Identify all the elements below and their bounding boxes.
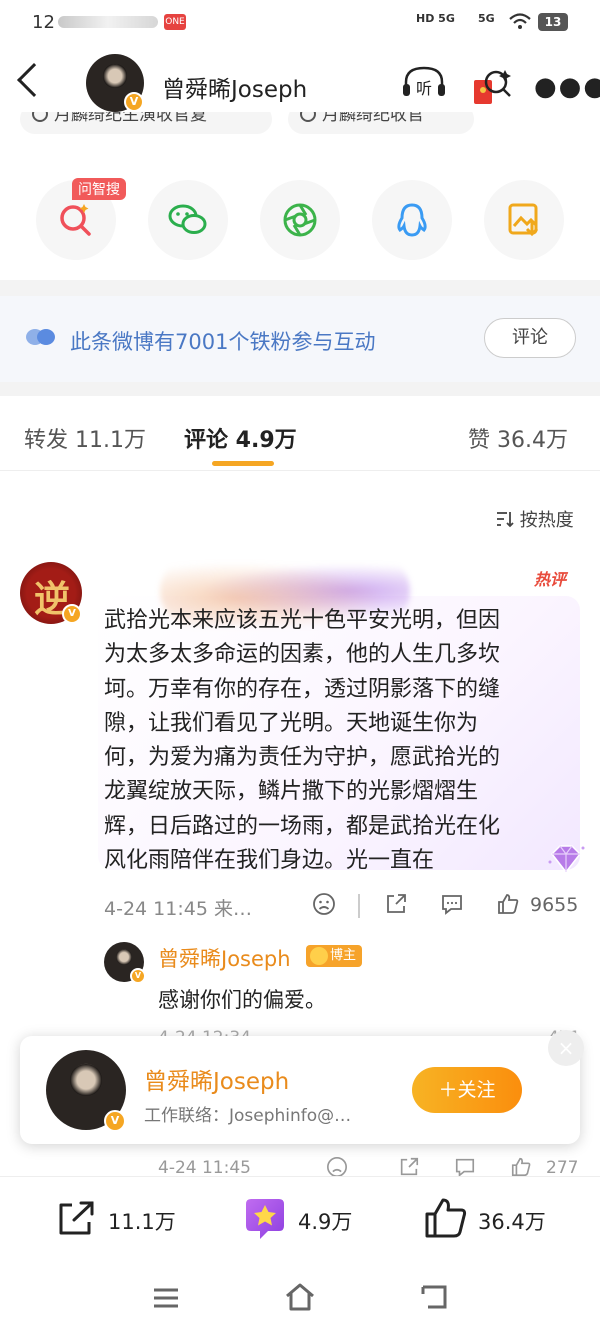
listen-icon[interactable]: 听: [402, 66, 446, 102]
verified-badge-icon: V: [130, 968, 146, 984]
dislike-face-icon[interactable]: [326, 1156, 348, 1178]
comment-line: 风化雨陪伴在我们身边。光一直在: [104, 848, 435, 874]
dislike-face-icon[interactable]: [312, 892, 336, 916]
moments-icon: [283, 203, 317, 237]
status-blurred-area: [58, 16, 158, 28]
more-options-icon[interactable]: ●●●: [534, 72, 600, 102]
like-thumb-icon[interactable]: [424, 1196, 468, 1240]
top-header: V 曾舜晞Joseph 听 ●●●: [0, 48, 600, 120]
share-icon[interactable]: [398, 1156, 420, 1178]
comment-like-count: 9655: [530, 894, 579, 916]
back-arrow-icon[interactable]: [17, 63, 51, 97]
iron-fan-bar: 此条微博有7001个铁粉参与互动 评论: [0, 296, 600, 382]
back-nav-icon[interactable]: [420, 1284, 448, 1310]
like-thumb-icon[interactable]: [510, 1156, 532, 1178]
verified-badge-icon: V: [104, 1110, 126, 1132]
tab-likes[interactable]: 赞 36.4万: [468, 422, 568, 454]
recent-apps-icon[interactable]: [152, 1286, 180, 1310]
status-bar: 12 ONE HD 5G 5G 13: [0, 0, 600, 46]
sort-by-hot[interactable]: 按热度: [496, 506, 574, 532]
comment-line: 武拾光本来应该五光十色平安光明，但因: [104, 608, 501, 633]
home-icon[interactable]: [284, 1282, 316, 1312]
next-comment-time: 4-24 11:45: [158, 1158, 251, 1178]
like-count[interactable]: 36.4万: [478, 1206, 546, 1236]
next-comment-like-count: 277: [546, 1158, 579, 1178]
topic-tag[interactable]: 月麟绮纪生演收官复: [20, 112, 272, 134]
verified-badge-icon: V: [124, 92, 144, 112]
share-moments[interactable]: [260, 180, 340, 260]
status-app-badge: ONE: [164, 14, 186, 30]
share-save-image[interactable]: [484, 180, 564, 260]
comment-line: 辉，日后路过的一场雨，都是武拾光在化: [104, 813, 501, 839]
share-qq[interactable]: [372, 180, 452, 260]
fan-chat-icon: [26, 329, 55, 345]
comment-count[interactable]: 4.9万: [298, 1206, 352, 1236]
comment-line: 坷。万幸有你的存在，透过阴影落下的缝: [104, 676, 501, 702]
comment-icon[interactable]: [454, 1156, 476, 1178]
follow-card-name[interactable]: 曾舜晞Joseph: [144, 1062, 289, 1096]
comment-star-icon[interactable]: [242, 1196, 288, 1242]
like-thumb-icon[interactable]: [496, 892, 520, 916]
divider: [358, 894, 360, 918]
sort-label: 按热度: [519, 510, 574, 531]
fan-comment-button[interactable]: 评论: [484, 318, 576, 358]
diamond-fan-icon: [548, 845, 585, 874]
status-network-2: 5G: [478, 12, 495, 25]
close-icon[interactable]: ×: [548, 1030, 584, 1066]
sort-icon: [497, 512, 514, 528]
wechat-icon: [168, 204, 207, 234]
comment-icon[interactable]: [440, 892, 464, 916]
verified-badge-icon: V: [62, 604, 82, 624]
follow-card-contact: 工作联络：Josephinfo@…: [144, 1106, 352, 1126]
comment-text: 武拾光本来应该五光十色平安光明，但因 为太多太多命运的因素，他的人生几多坎 坷。…: [104, 604, 574, 878]
save-image-icon: [508, 203, 539, 237]
comment-line: 龙翼绽放天际，鳞片撒下的光影熠熠生: [104, 779, 479, 805]
share-icon[interactable]: [384, 892, 408, 916]
comment-line: 为太多太多命运的因素，他的人生几多坎: [104, 642, 501, 668]
battery-indicator: 13: [538, 13, 568, 31]
section-gap: [0, 280, 600, 296]
comment-line: 何，为爱为痛为责任为守护，愿武拾光的: [104, 745, 501, 771]
topic-tag[interactable]: 月麟绮纪收官: [288, 112, 474, 134]
comment-time: 4-24 11:45 来…: [104, 898, 252, 920]
ask-search-icon: [60, 204, 91, 236]
blogger-badge: 博主: [306, 945, 363, 967]
header-user-name[interactable]: 曾舜晞Joseph: [162, 70, 307, 104]
repost-count[interactable]: 11.1万: [108, 1206, 176, 1236]
divider: [0, 470, 600, 471]
share-wechat[interactable]: [148, 180, 228, 260]
listen-label: 听: [416, 79, 432, 98]
reply-user-name[interactable]: 曾舜晞Joseph: [158, 943, 291, 973]
reply-text: 感谢你们的偏爱。: [158, 988, 326, 1012]
follow-button[interactable]: ＋关注: [412, 1067, 522, 1113]
topic-tag-row: 月麟绮纪生演收官复 月麟绮纪收官: [0, 112, 600, 146]
section-gap: [0, 382, 600, 396]
status-time: 12: [32, 12, 55, 33]
hot-comment-label: 热评: [534, 570, 567, 589]
qq-icon: [397, 203, 427, 237]
repost-icon[interactable]: [56, 1200, 96, 1238]
red-packet-search-icon[interactable]: [472, 66, 512, 106]
ask-search-badge: 问智搜: [72, 178, 126, 200]
comment-line: 隙，让我们看见了光明。天地诞生你为: [104, 710, 479, 736]
tab-comments[interactable]: 评论 4.9万: [184, 422, 297, 454]
iron-fan-text: 此条微博有7001个铁粉参与互动: [70, 330, 376, 354]
active-tab-indicator: [212, 461, 274, 466]
wifi-icon: [509, 13, 531, 29]
status-network-1: HD 5G: [416, 12, 455, 25]
tab-repost[interactable]: 转发 11.1万: [24, 422, 146, 454]
